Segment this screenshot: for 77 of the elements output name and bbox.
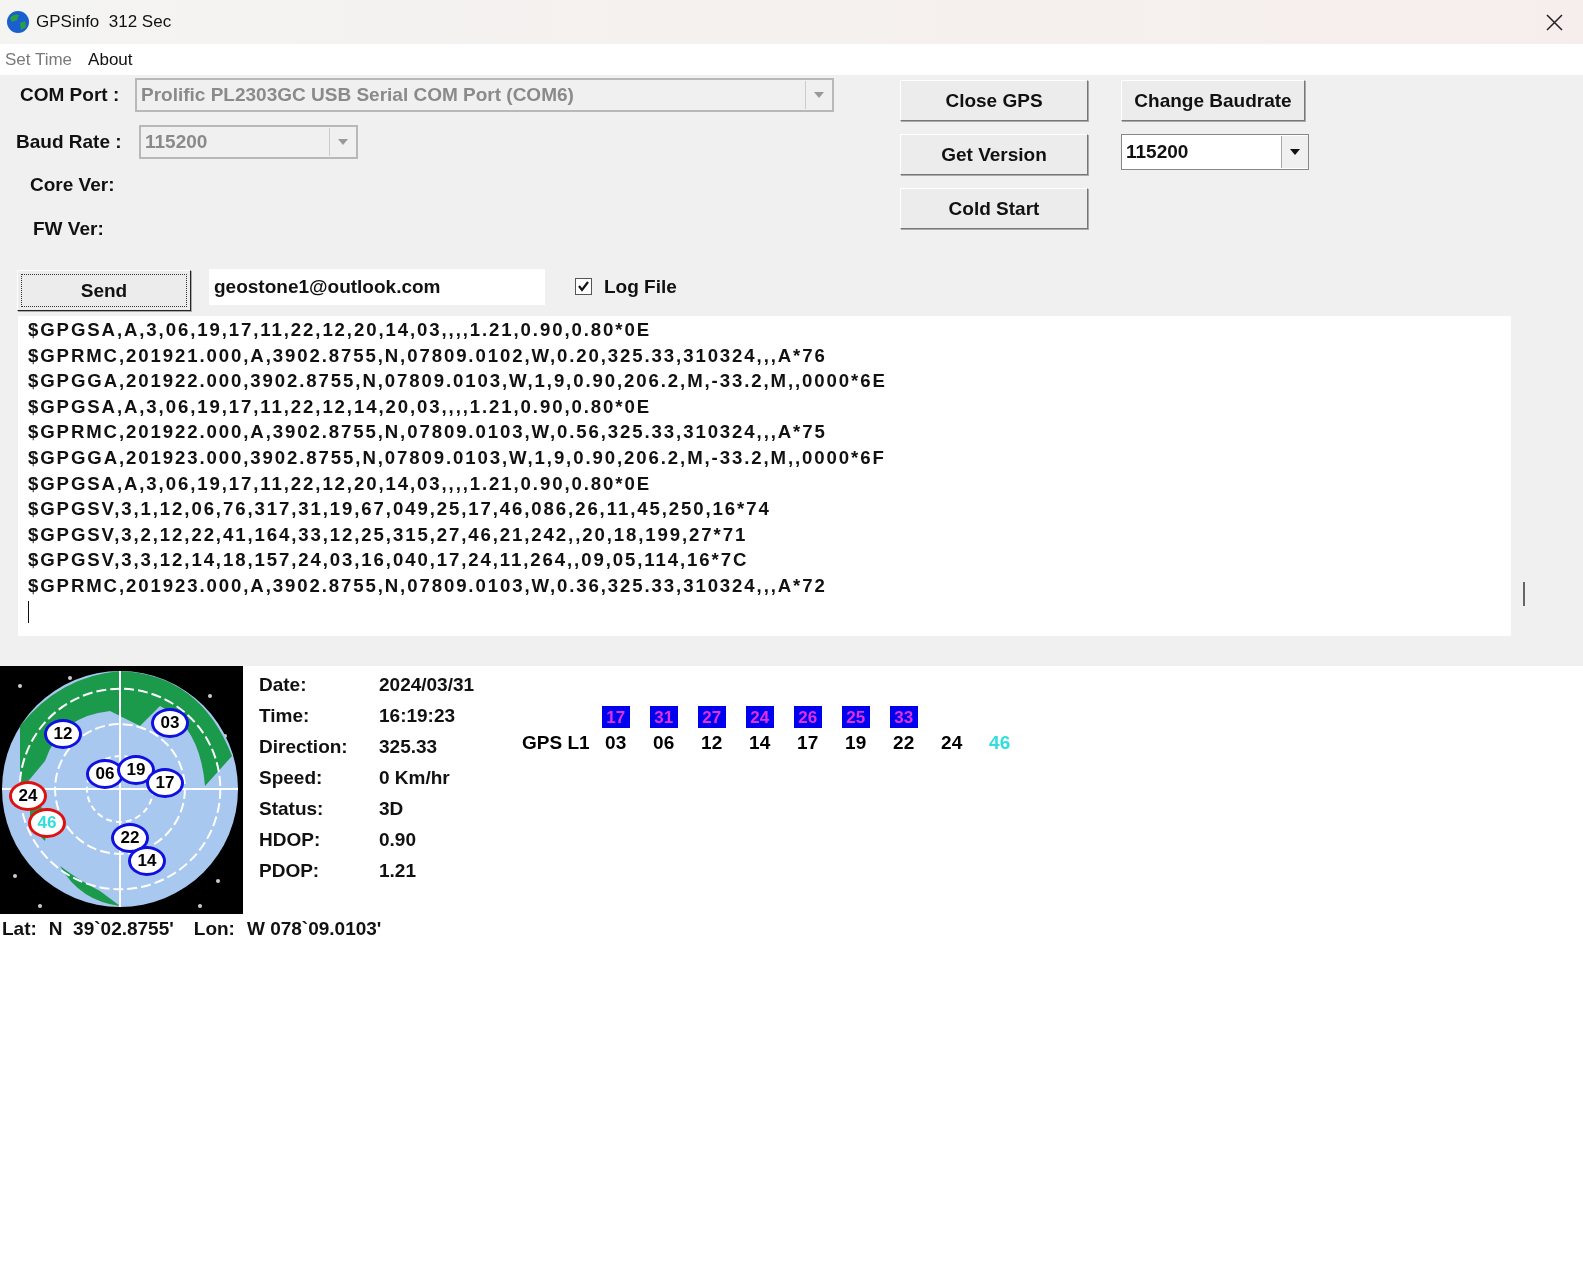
- firmware-version-label: FW Ver:: [33, 218, 104, 240]
- close-icon: [1545, 13, 1563, 31]
- window-title: GPSinfo 312 Sec: [36, 12, 172, 32]
- text-cursor: [28, 600, 29, 623]
- send-button[interactable]: Send: [17, 270, 191, 311]
- signal-strength-box: 27: [697, 706, 726, 728]
- satellite-number: 19: [845, 732, 867, 754]
- satellite-number: 14: [749, 732, 771, 754]
- info-value: 16:19:23: [379, 705, 457, 727]
- signal-strength-box: 24: [745, 706, 774, 728]
- signal-strength-box: 25: [841, 706, 870, 728]
- satellite-number: 24: [18, 786, 38, 806]
- satellite-number: 46: [37, 813, 57, 833]
- command-button[interactable]: Get Version: [900, 134, 1088, 175]
- dropdown-arrow-icon: [338, 139, 348, 145]
- satellite-number: 22: [120, 828, 140, 848]
- satellite-number: 03: [605, 732, 627, 754]
- latitude-value: N 39`02.8755': [48, 918, 174, 940]
- info-label: Date:: [259, 674, 308, 696]
- satellite-number: 22: [893, 732, 915, 754]
- log-line: $GPGSV,3,2,12,22,41,164,33,12,25,315,27,46,21,242,,20,18,199,27*71: [28, 522, 749, 547]
- info-label: Time:: [259, 705, 311, 727]
- info-label: Speed:: [259, 767, 324, 789]
- log-line: $GPRMC,201922.000,A,3902.8755,N,07809.0103,W,0.56,325.33,310324,,,A*75: [28, 420, 828, 445]
- command-button[interactable]: Cold Start: [900, 188, 1088, 229]
- info-value: 325.33: [379, 736, 439, 758]
- log-line: $GPGSV,3,1,12,06,76,317,31,19,67,049,25,17,46,086,26,11,45,250,16*74: [28, 497, 772, 522]
- log-line: $GPGGA,201922.000,3902.8755,N,07809.0103,W,1,9,0.90,206.2,M,-33.2,M,,0000*6E: [28, 369, 888, 394]
- signal-strength-box: 33: [889, 706, 918, 728]
- log-file-label: Log File: [604, 275, 677, 298]
- baudrate-select[interactable]: 115200: [1121, 134, 1309, 170]
- log-line: $GPRMC,201921.000,A,3902.8755,N,07809.0102,W,0.20,325.33,310324,,,A*76: [28, 343, 828, 368]
- globe-icon: [6, 10, 30, 34]
- log-line: $GPGSA,A,3,06,19,17,11,22,12,20,14,03,,,,1.21,0.90,0.80*0E: [28, 471, 652, 496]
- gnss-system-label: GPS L1: [522, 732, 590, 754]
- field-label: COM Port :: [19, 84, 121, 106]
- info-label: Status:: [259, 798, 325, 820]
- satellite-number: 12: [53, 724, 73, 744]
- log-line: $GPGSV,3,3,12,14,18,157,24,03,16,040,17,24,11,264,,09,05,114,16*7C: [28, 548, 750, 573]
- satellite-number: 19: [126, 760, 146, 780]
- longitude-label: Lon:: [193, 918, 235, 940]
- signal-strength-box: 26: [793, 706, 822, 728]
- core-version-label: Core Ver:: [30, 174, 116, 196]
- satellite-number: 12: [701, 732, 723, 754]
- satellite-number: 46: [989, 732, 1011, 754]
- signal-strength-box: 17: [601, 706, 630, 728]
- email-field[interactable]: geostone1@outlook.com: [209, 268, 545, 305]
- dropdown-arrow-icon: [814, 92, 824, 98]
- info-value: 3D: [379, 798, 405, 820]
- log-file-checkbox[interactable]: [575, 278, 592, 295]
- satellite-number: 14: [137, 851, 157, 871]
- info-value: 2024/03/31: [379, 674, 475, 696]
- signal-strength-box: 31: [649, 706, 678, 728]
- longitude-value: W 078`09.0103': [246, 918, 382, 940]
- info-value: 1.21: [379, 860, 417, 882]
- info-label: PDOP:: [259, 860, 321, 882]
- latitude-label: Lat:: [2, 918, 37, 940]
- log-line: $GPRMC,201923.000,A,3902.8755,N,07809.0103,W,0.36,325.33,310324,,,A*72: [28, 573, 828, 598]
- satellite-number: 17: [155, 773, 175, 793]
- satellite-number: 06: [95, 764, 115, 784]
- satellite-number: 17: [797, 732, 819, 754]
- satellite-number: 24: [941, 732, 963, 754]
- command-button[interactable]: Close GPS: [900, 80, 1088, 121]
- satellite-number: 06: [653, 732, 675, 754]
- menu-item[interactable]: About: [83, 49, 144, 70]
- info-label: Direction:: [259, 736, 349, 758]
- info-value: 0.90: [379, 829, 417, 851]
- log-line: $GPGGA,201923.000,3902.8755,N,07809.0103,W,1,9,0.90,206.2,M,-33.2,M,,0000*6F: [28, 445, 887, 470]
- satellite-number: 03: [160, 713, 180, 733]
- info-value: 0 Km/hr: [379, 767, 451, 789]
- log-line: $GPGSA,A,3,06,19,17,11,22,12,20,14,03,,,,1.21,0.90,0.80*0E: [28, 318, 652, 342]
- info-label: HDOP:: [259, 829, 322, 851]
- scroll-indicator: [1523, 582, 1525, 606]
- dropdown-arrow-icon: [1290, 149, 1300, 155]
- change-baudrate-button[interactable]: Change Baudrate: [1121, 80, 1305, 121]
- field-label: Baud Rate :: [15, 131, 123, 153]
- log-line: $GPGSA,A,3,06,19,17,11,22,12,14,20,03,,,,1.21,0.90,0.80*0E: [28, 394, 652, 419]
